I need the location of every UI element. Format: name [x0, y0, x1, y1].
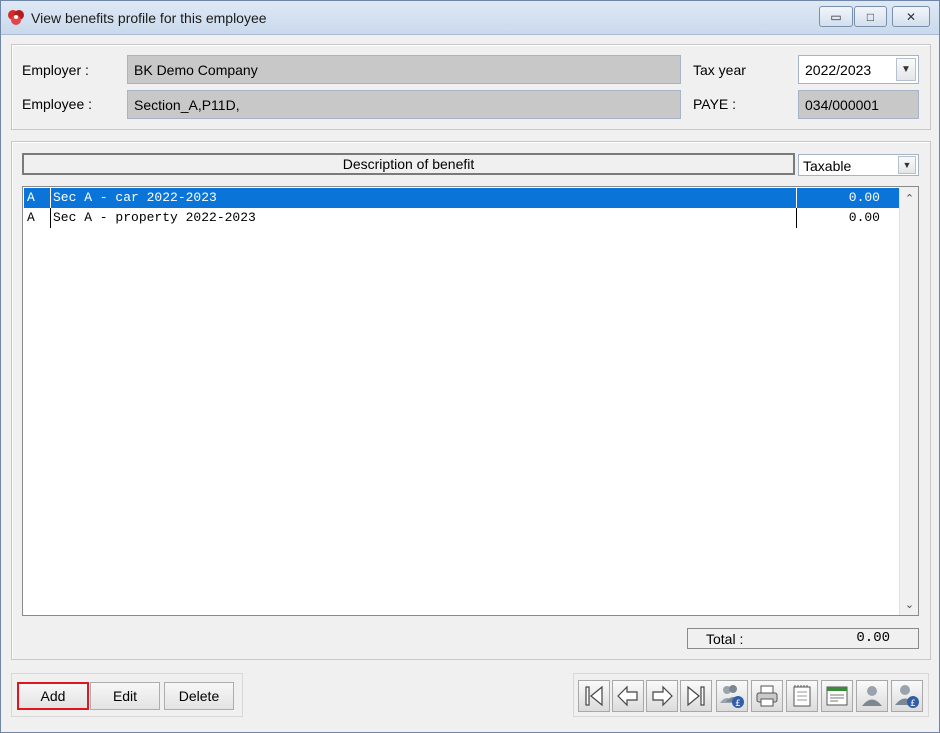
minimize-button[interactable]: ▭ — [819, 6, 853, 27]
print-button[interactable] — [751, 680, 783, 712]
employer-label: Employer : — [22, 62, 89, 78]
next-record-icon — [652, 685, 673, 707]
app-logo-icon — [8, 10, 24, 25]
amount-type-select[interactable]: Taxable ▼ — [798, 154, 919, 176]
benefit-description: Sec A - car 2022-2023 — [53, 190, 217, 205]
minimize-icon: ▭ — [830, 9, 842, 24]
last-record-button[interactable] — [680, 680, 712, 712]
maximize-button[interactable]: □ — [854, 6, 887, 27]
delete-button[interactable]: Delete — [164, 682, 234, 710]
notes-button[interactable] — [786, 680, 818, 712]
benefit-description: Sec A - property 2022-2023 — [53, 210, 256, 225]
employees-pound-icon: £ — [720, 685, 744, 709]
employee-field: Section_A,P11D, — [127, 90, 681, 119]
employee-button[interactable] — [856, 680, 888, 712]
first-record-button[interactable] — [578, 680, 610, 712]
first-record-icon — [585, 685, 603, 707]
list-item[interactable]: A Sec A - property 2022-2023 0.00 — [24, 208, 900, 228]
total-label: Total : — [706, 631, 744, 647]
amount-type-value: Taxable — [803, 158, 852, 174]
vertical-scrollbar[interactable]: ⌃ ⌄ — [899, 187, 918, 615]
next-record-button[interactable] — [646, 680, 678, 712]
scroll-up-icon[interactable]: ⌃ — [900, 189, 919, 207]
close-icon: ✕ — [905, 9, 917, 24]
svg-text:£: £ — [910, 699, 916, 709]
previous-record-icon — [617, 685, 638, 707]
paye-label: PAYE : — [693, 96, 737, 112]
close-button[interactable]: ✕ — [892, 6, 930, 27]
person-pound-icon: £ — [895, 685, 919, 709]
person-icon — [862, 686, 882, 706]
benefit-section: A — [27, 190, 35, 205]
total-box: Total : 0.00 — [687, 628, 919, 649]
paye-field: 034/000001 — [798, 90, 919, 119]
tax-year-value: 2022/2023 — [805, 62, 872, 78]
employees-pay-button[interactable]: £ — [716, 680, 748, 712]
scroll-down-icon[interactable]: ⌄ — [900, 595, 919, 613]
last-record-icon — [687, 685, 705, 707]
description-column-header: Description of benefit — [22, 153, 795, 175]
window-title: View benefits profile for this employee — [31, 10, 267, 26]
title-bar: View benefits profile for this employee … — [1, 1, 939, 35]
chevron-down-icon[interactable]: ▼ — [896, 58, 916, 81]
maximize-icon: □ — [866, 9, 875, 24]
benefits-list[interactable]: A Sec A - car 2022-2023 0.00 A Sec A - p… — [22, 186, 919, 616]
benefit-amount: 0.00 — [848, 190, 880, 205]
list-item[interactable]: A Sec A - car 2022-2023 0.00 — [24, 188, 900, 208]
tax-year-label: Tax year — [693, 62, 746, 78]
notepad-icon — [793, 685, 811, 707]
benefit-section: A — [27, 210, 35, 225]
total-value: 0.00 — [856, 630, 890, 646]
employer-field: BK Demo Company — [127, 55, 681, 84]
benefit-amount: 0.00 — [848, 210, 880, 225]
form-icon — [826, 686, 848, 706]
benefits-profile-window: View benefits profile for this employee … — [0, 0, 940, 733]
previous-record-button[interactable] — [612, 680, 644, 712]
edit-button[interactable]: Edit — [90, 682, 160, 710]
form-view-button[interactable] — [821, 680, 853, 712]
svg-text:£: £ — [735, 699, 741, 709]
tax-year-select[interactable]: 2022/2023 ▼ — [798, 55, 919, 84]
employee-label: Employee : — [22, 96, 93, 112]
employee-pay-button[interactable]: £ — [891, 680, 923, 712]
chevron-down-icon[interactable]: ▼ — [898, 156, 916, 174]
print-icon — [756, 685, 778, 707]
add-button[interactable]: Add — [17, 682, 89, 710]
